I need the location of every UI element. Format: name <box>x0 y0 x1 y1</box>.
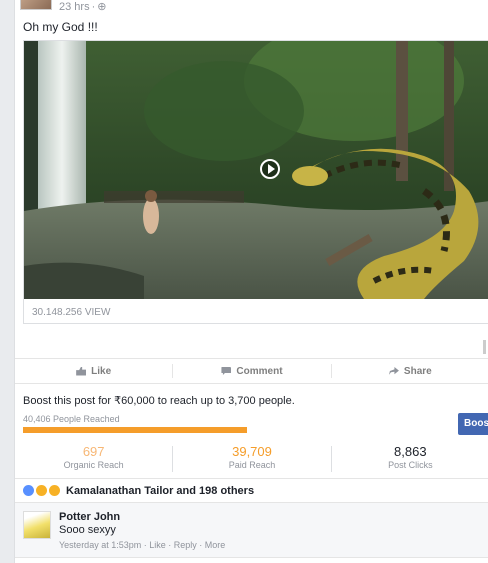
haha-reaction-icon <box>49 485 60 496</box>
like-reaction-icon <box>23 485 34 496</box>
reach-progress-bar <box>23 427 247 433</box>
reactions-summary[interactable]: Kamalanathan Tailor and 198 others <box>15 478 488 502</box>
people-reached: 40,406 People Reached <box>23 414 120 424</box>
video-thumbnail[interactable] <box>24 41 488 299</box>
comment-item: Potter John Sooo sexyy Yesterday at 1:53… <box>15 502 488 558</box>
wow-reaction-icon <box>36 485 47 496</box>
play-button-icon[interactable] <box>260 159 280 179</box>
view-count: 30.148.256 VIEW <box>32 307 111 318</box>
comment-more-link[interactable]: More <box>205 540 226 550</box>
post-timestamp[interactable]: 23 hrs · ⊕ <box>59 0 106 13</box>
reach-stats: 697 Organic Reach 39,709 Paid Reach 8,86… <box>15 444 488 474</box>
stat-label: Paid Reach <box>228 460 276 470</box>
stat-organic-reach[interactable]: 697 Organic Reach <box>15 444 172 474</box>
like-button[interactable]: Like <box>15 359 172 383</box>
video-container[interactable]: 30.148.256 VIEW <box>23 40 488 324</box>
comment-reply-link[interactable]: Reply <box>174 540 197 550</box>
page-avatar[interactable] <box>20 0 52 10</box>
commenter-name[interactable]: Potter John <box>59 511 120 523</box>
comment-button[interactable]: Comment <box>173 359 330 383</box>
share-label: Share <box>403 365 432 377</box>
comment-bubble-icon <box>221 367 232 375</box>
stat-post-clicks[interactable]: 8,863 Post Clicks <box>332 444 488 474</box>
boost-prompt: Boost this post for ₹60,000 to reach up … <box>23 395 295 407</box>
share-button[interactable]: Share <box>332 359 488 383</box>
thumbs-up-icon <box>76 366 87 376</box>
video-frame-image <box>24 41 488 299</box>
stat-paid-reach[interactable]: 39,709 Paid Reach <box>173 444 330 474</box>
comment-text: Sooo sexyy <box>59 524 116 536</box>
comment-time[interactable]: Yesterday at 1:53pm <box>59 540 141 550</box>
comment-meta: Yesterday at 1:53pm · Like · Reply · Mor… <box>59 540 226 550</box>
stat-label: Post Clicks <box>388 460 433 470</box>
reactor-names[interactable]: Kamalanathan Tailor and 198 others <box>66 485 254 497</box>
commenter-avatar[interactable] <box>23 511 51 539</box>
post-text: Oh my God !!! <box>23 20 98 34</box>
post-action-bar: Like Comment Share <box>15 358 488 384</box>
stat-value: 39,709 <box>232 444 272 459</box>
reach-progress-fill <box>23 427 247 433</box>
stat-value: 697 <box>82 444 105 459</box>
share-arrow-icon <box>388 367 399 375</box>
globe-icon: ⊕ <box>97 1 107 13</box>
post-card: 23 hrs · ⊕ Oh my God !!! 30.148.256 VIEW… <box>14 0 488 563</box>
stat-value: 8,863 <box>394 444 427 459</box>
timestamp-text[interactable]: 23 hrs <box>59 1 90 13</box>
comment-like-link[interactable]: Like <box>149 540 166 550</box>
scrollbar-handle[interactable] <box>483 340 486 354</box>
boost-button[interactable]: Boost <box>458 413 488 435</box>
comment-label: Comment <box>236 365 283 377</box>
stat-label: Organic Reach <box>63 460 124 470</box>
like-label: Like <box>91 365 112 377</box>
